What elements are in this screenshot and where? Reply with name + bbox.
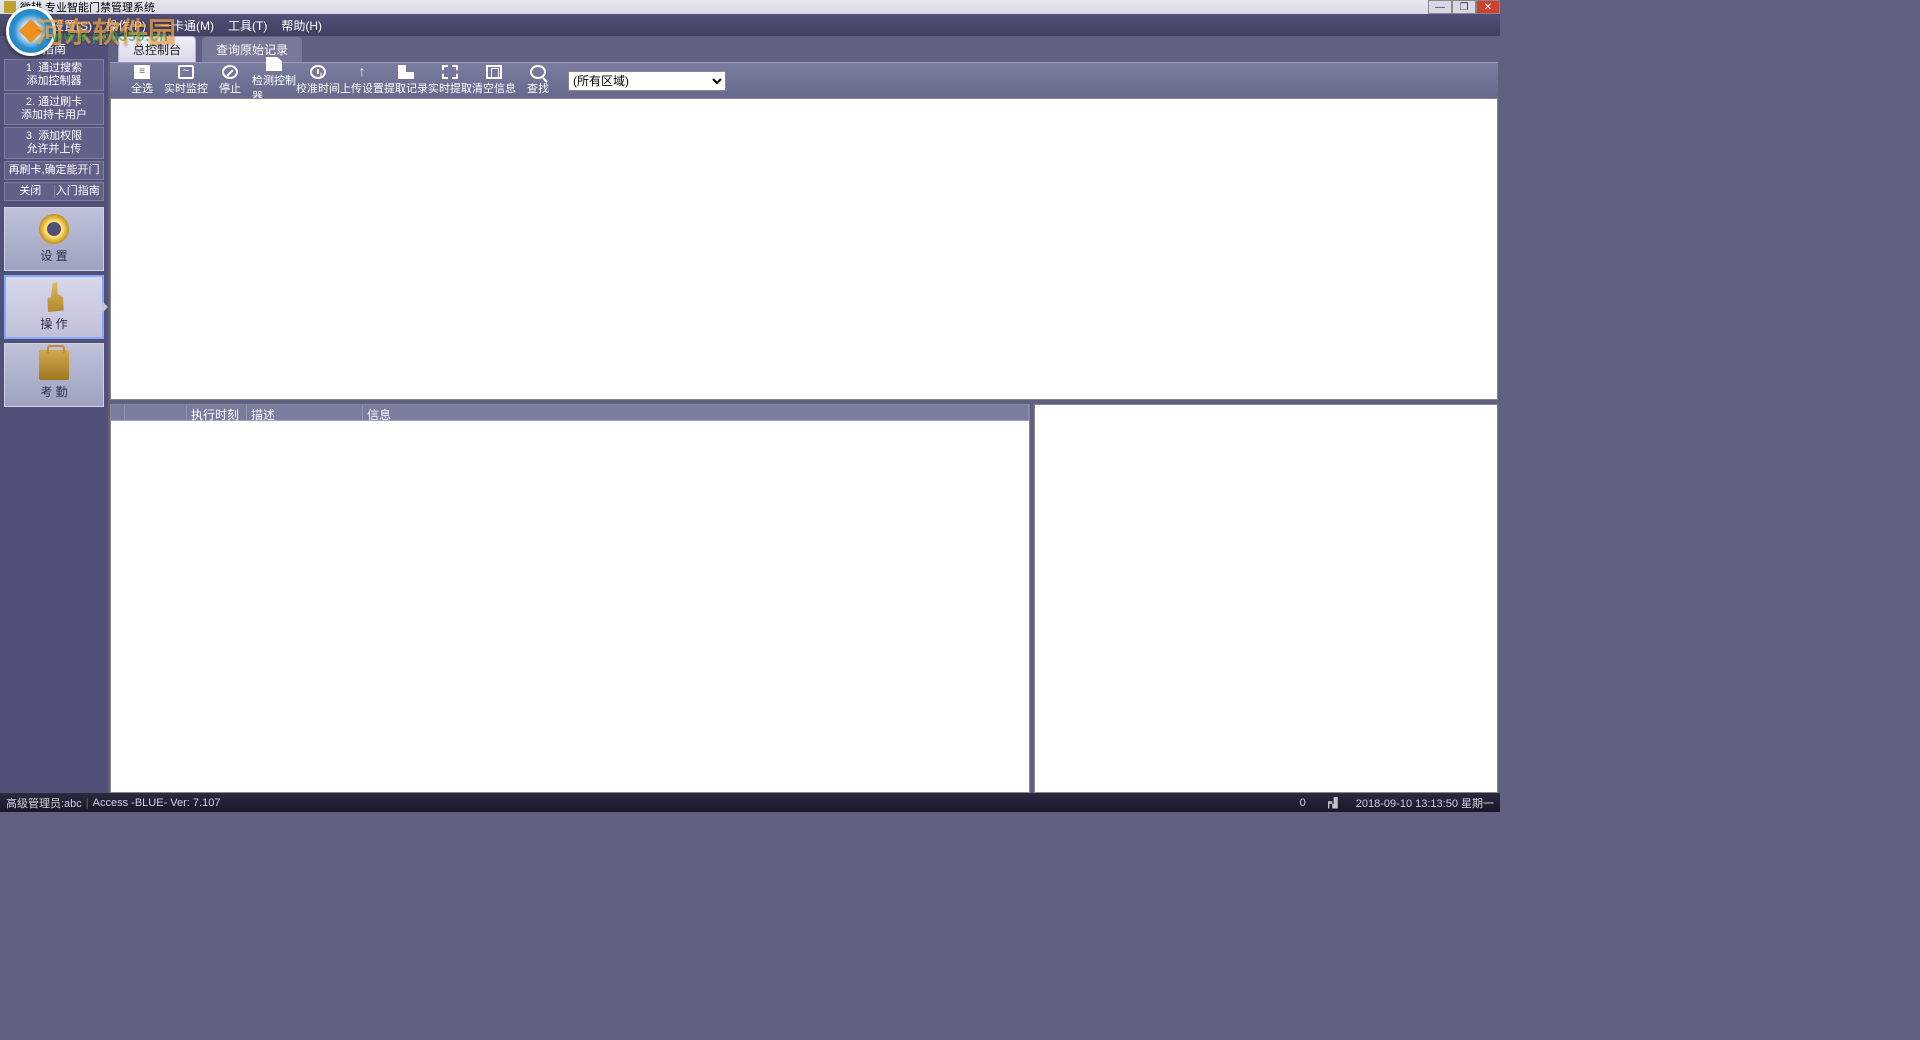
tool-select-all[interactable]: 全选 xyxy=(120,65,164,96)
upload-icon xyxy=(354,65,370,79)
tool-upload-settings[interactable]: 上传设置 xyxy=(340,65,384,96)
detect-icon xyxy=(266,57,282,71)
sidebar: 指南 1. 通过搜索添加控制器 2. 通过刷卡添加持卡用户 3. 添加权限允许并… xyxy=(0,36,108,793)
panel-side xyxy=(1034,404,1498,793)
tool-detect-controller[interactable]: 检测控制器 xyxy=(252,57,296,104)
guide-reswipe[interactable]: 再刷卡,确定能开门 xyxy=(4,161,104,180)
nav-label: 设 置 xyxy=(40,247,67,264)
nav-settings[interactable]: 设 置 xyxy=(4,207,104,271)
panel-log: 执行时刻 描述 信息 xyxy=(110,404,1030,793)
tool-stop[interactable]: 停止 xyxy=(208,65,252,96)
hand-icon xyxy=(39,282,69,312)
title-bar: 微耕 专业智能门禁管理系统 — ❐ ✕ xyxy=(0,0,1500,14)
monitor-icon xyxy=(178,65,194,79)
menu-settings[interactable]: 设置(S) xyxy=(52,17,92,34)
clock-icon xyxy=(310,65,326,79)
gear-icon xyxy=(39,214,69,244)
menu-bar: 设置(S) 操作(P) 一卡通(M) 工具(T) 帮助(H) xyxy=(0,14,1500,36)
status-datetime: 2018-09-10 13:13:50 星期一 xyxy=(1356,795,1494,811)
guide-title: 指南 xyxy=(4,40,104,57)
status-bar: 高级管理员:abc | Access -BLUE- Ver: 7.107 0 2… xyxy=(0,793,1500,812)
tool-realtime-monitor[interactable]: 实时监控 xyxy=(164,65,208,96)
toolbar: 全选 实时监控 停止 检测控制器 校准时间 上传设置 提取记录 实时提取 清空信… xyxy=(110,62,1498,98)
nav-operate[interactable]: 操 作 xyxy=(4,275,104,339)
window-title: 微耕 专业智能门禁管理系统 xyxy=(20,0,155,15)
main-area: 总控制台 查询原始记录 全选 实时监控 停止 检测控制器 校准时间 上传设置 提… xyxy=(108,36,1500,793)
panel-controllers xyxy=(110,98,1498,400)
briefcase-icon xyxy=(39,350,69,380)
tab-row: 总控制台 查询原始记录 xyxy=(110,38,1498,62)
log-header: 执行时刻 描述 信息 xyxy=(111,405,1029,421)
menu-operate[interactable]: 操作(P) xyxy=(106,17,146,34)
trash-icon xyxy=(486,65,502,79)
extract-icon xyxy=(398,65,414,79)
panel-row: 执行时刻 描述 信息 xyxy=(110,404,1498,793)
tool-calibrate-time[interactable]: 校准时间 xyxy=(296,65,340,96)
minimize-button[interactable]: — xyxy=(1428,0,1452,14)
app-icon xyxy=(4,1,16,13)
search-icon xyxy=(530,65,546,79)
window-controls: — ❐ ✕ xyxy=(1428,0,1500,14)
nav-label: 操 作 xyxy=(40,315,67,332)
area-select-wrap: (所有区域) xyxy=(568,71,726,91)
status-user: 高级管理员:abc xyxy=(6,795,82,811)
log-col-blank1 xyxy=(111,405,125,420)
menu-onecard[interactable]: 一卡通(M) xyxy=(160,17,214,34)
menu-help[interactable]: 帮助(H) xyxy=(281,17,322,34)
stop-icon xyxy=(222,65,238,79)
select-all-icon xyxy=(134,65,150,79)
tool-extract-records[interactable]: 提取记录 xyxy=(384,65,428,96)
nav-label: 考 勤 xyxy=(40,383,67,400)
guide-close-row: 关闭 入门指南 xyxy=(4,182,104,201)
realtime-extract-icon xyxy=(442,65,458,79)
guide-link-button[interactable]: 入门指南 xyxy=(55,185,102,198)
tool-find[interactable]: 查找 xyxy=(516,65,560,96)
log-col-info[interactable]: 信息 xyxy=(363,405,1029,420)
guide-step-2[interactable]: 2. 通过刷卡添加持卡用户 xyxy=(4,93,104,125)
log-col-desc[interactable]: 描述 xyxy=(247,405,363,420)
nav-attendance[interactable]: 考 勤 xyxy=(4,343,104,407)
guide-close-button[interactable]: 关闭 xyxy=(7,185,55,198)
tab-console[interactable]: 总控制台 xyxy=(118,36,196,62)
log-col-time[interactable]: 执行时刻 xyxy=(187,405,247,420)
log-col-blank2 xyxy=(125,405,187,420)
status-db: Access -BLUE- Ver: 7.107 xyxy=(93,797,221,809)
network-icon xyxy=(1324,797,1338,809)
tool-clear-info[interactable]: 清空信息 xyxy=(472,65,516,96)
maximize-button[interactable]: ❐ xyxy=(1452,0,1476,14)
guide-step-1[interactable]: 1. 通过搜索添加控制器 xyxy=(4,59,104,91)
guide-step-3[interactable]: 3. 添加权限允许并上传 xyxy=(4,127,104,159)
tool-realtime-extract[interactable]: 实时提取 xyxy=(428,65,472,96)
area-select[interactable]: (所有区域) xyxy=(568,71,726,91)
status-count: 0 xyxy=(1300,797,1306,809)
close-button[interactable]: ✕ xyxy=(1476,0,1500,14)
menu-tools[interactable]: 工具(T) xyxy=(228,17,267,34)
